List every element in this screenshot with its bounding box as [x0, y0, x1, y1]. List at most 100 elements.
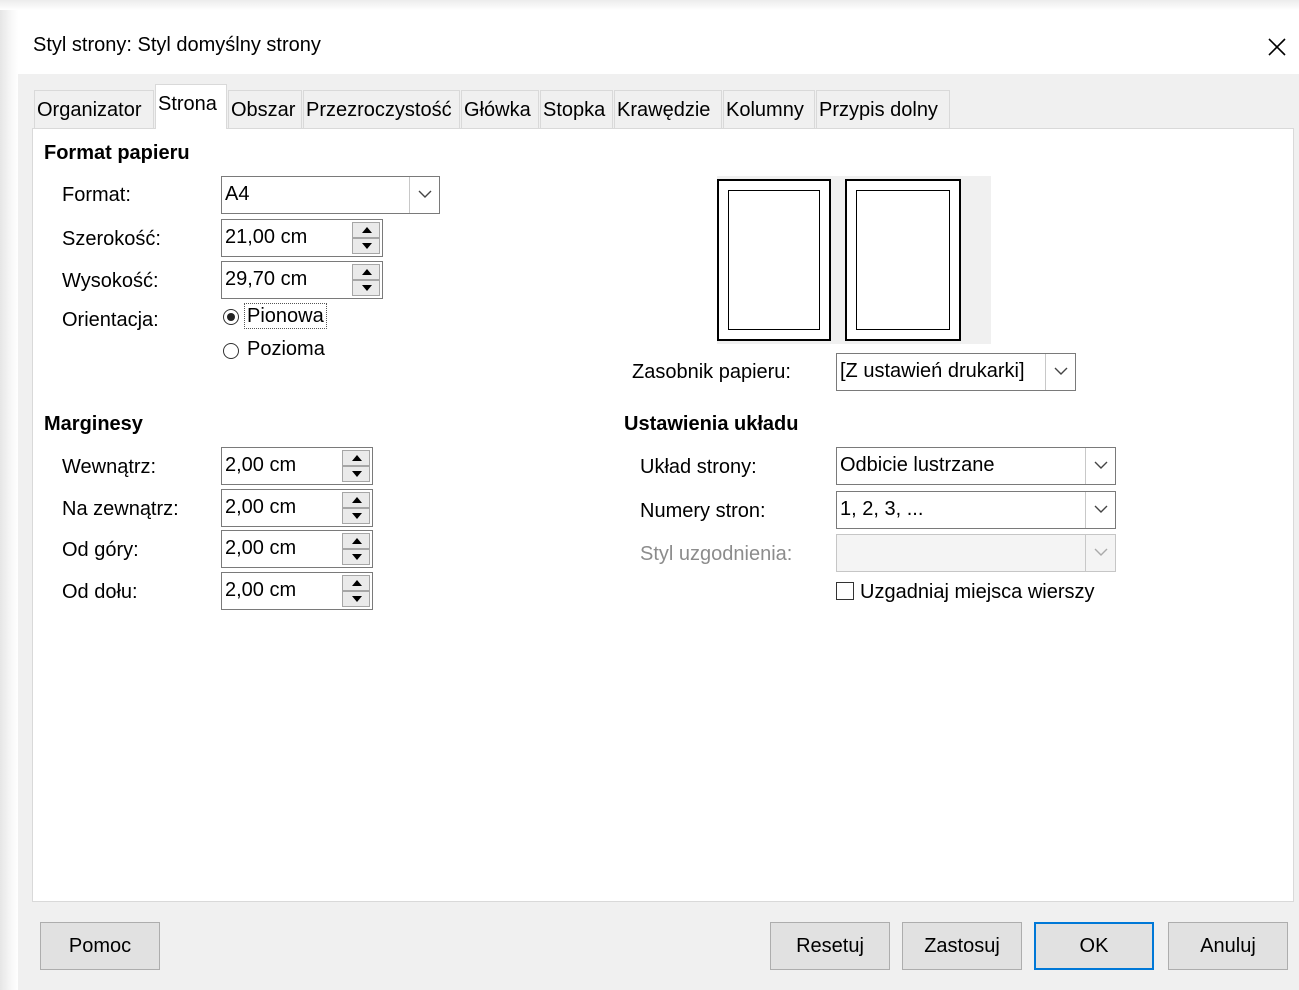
- format-select[interactable]: A4: [221, 176, 440, 214]
- portrait-radio[interactable]: [223, 309, 239, 325]
- height-label: Wysokość:: [62, 270, 159, 292]
- bottom-margin-label: Od dołu:: [62, 581, 138, 603]
- outer-margin-label: Na zewnątrz:: [62, 498, 179, 520]
- tab-obszar[interactable]: Obszar: [228, 90, 302, 128]
- arrow-up-icon: [362, 227, 372, 233]
- layout-settings-heading: Ustawienia układu: [624, 413, 799, 435]
- window-shadow: [0, 0, 18, 990]
- reference-style-select[interactable]: [836, 534, 1116, 572]
- landscape-radio[interactable]: [223, 343, 239, 359]
- help-button[interactable]: Pomoc: [40, 922, 160, 970]
- cancel-button[interactable]: Anuluj: [1168, 922, 1288, 970]
- page-layout-select[interactable]: Odbicie lustrzane: [836, 447, 1116, 485]
- tab-organizator[interactable]: Organizator: [34, 90, 154, 128]
- dialog-title: Styl strony: Styl domyślny strony: [33, 34, 321, 56]
- top-margin-decrement-button[interactable]: [342, 549, 370, 565]
- landscape-label[interactable]: Pozioma: [247, 338, 325, 361]
- paper-tray-select[interactable]: [Z ustawień drukarki]: [836, 353, 1076, 391]
- chevron-down-icon: [418, 190, 432, 198]
- width-value: 21,00 cm: [225, 226, 308, 248]
- tab-strona[interactable]: Strona: [155, 84, 227, 129]
- format-value: A4: [225, 183, 250, 205]
- page-numbers-dropdown-button[interactable]: [1085, 492, 1115, 528]
- page-layout-label: Układ strony:: [640, 456, 757, 478]
- width-spin: [352, 222, 380, 254]
- paper-format-heading: Format papieru: [44, 142, 190, 164]
- arrow-down-icon: [352, 596, 362, 602]
- arrow-up-icon: [352, 455, 362, 461]
- reset-button[interactable]: Resetuj: [770, 922, 890, 970]
- portrait-label[interactable]: Pionowa: [244, 303, 327, 329]
- tab-bar: Organizator Strona Obszar Przezroczystoś…: [18, 74, 1299, 130]
- chevron-down-icon: [1054, 367, 1068, 375]
- page-style-dialog: Styl strony: Styl domyślny strony Organi…: [18, 10, 1299, 990]
- tab-stopka[interactable]: Stopka: [540, 90, 613, 128]
- preview-right-page: [845, 179, 961, 341]
- height-value: 29,70 cm: [225, 268, 308, 290]
- page-numbers-select[interactable]: 1, 2, 3, ...: [836, 491, 1116, 529]
- margins-heading: Marginesy: [44, 413, 143, 435]
- width-label: Szerokość:: [62, 228, 161, 250]
- arrow-up-icon: [362, 269, 372, 275]
- height-decrement-button[interactable]: [352, 280, 380, 296]
- reference-style-dropdown-button[interactable]: [1085, 535, 1115, 571]
- ok-button[interactable]: OK: [1034, 922, 1154, 970]
- top-margin-spin: [342, 533, 370, 565]
- preview-left-page: [717, 179, 831, 341]
- arrow-down-icon: [352, 513, 362, 519]
- chevron-down-icon: [1094, 548, 1108, 556]
- outer-margin-increment-button[interactable]: [342, 492, 370, 508]
- outer-margin-value: 2,00 cm: [225, 496, 297, 518]
- outer-margin-decrement-button[interactable]: [342, 508, 370, 524]
- bottom-margin-decrement-button[interactable]: [342, 591, 370, 607]
- inner-margin-label: Wewnątrz:: [62, 456, 157, 478]
- inner-margin-spinfield[interactable]: 2,00 cm: [221, 447, 373, 485]
- register-true-checkbox[interactable]: [836, 582, 854, 600]
- tab-glowka[interactable]: Główka: [461, 90, 539, 128]
- arrow-up-icon: [352, 538, 362, 544]
- outer-margin-spinfield[interactable]: 2,00 cm: [221, 489, 373, 527]
- paper-tray-label: Zasobnik papieru:: [632, 361, 791, 383]
- top-margin-increment-button[interactable]: [342, 533, 370, 549]
- tab-kolumny[interactable]: Kolumny: [723, 90, 815, 128]
- title-bar: Styl strony: Styl domyślny strony: [18, 10, 1299, 74]
- outer-margin-spin: [342, 492, 370, 524]
- inner-margin-decrement-button[interactable]: [342, 466, 370, 482]
- arrow-up-icon: [352, 497, 362, 503]
- register-true-label[interactable]: Uzgadniaj miejsca wierszy: [860, 581, 1095, 604]
- apply-button[interactable]: Zastosuj: [902, 922, 1022, 970]
- inner-margin-increment-button[interactable]: [342, 450, 370, 466]
- height-increment-button[interactable]: [352, 264, 380, 280]
- window-shadow-top: [0, 0, 1299, 10]
- paper-tray-dropdown-button[interactable]: [1045, 354, 1075, 390]
- tab-przezroczystosc[interactable]: Przezroczystość: [303, 90, 460, 128]
- bottom-margin-spin: [342, 575, 370, 607]
- height-spinfield[interactable]: 29,70 cm: [221, 261, 383, 299]
- page-numbers-value: 1, 2, 3, ...: [840, 498, 924, 520]
- tab-przypis-dolny[interactable]: Przypis dolny: [816, 90, 950, 128]
- top-margin-spinfield[interactable]: 2,00 cm: [221, 530, 373, 568]
- height-spin: [352, 264, 380, 296]
- paper-tray-value: [Z ustawień drukarki]: [840, 360, 1025, 382]
- width-increment-button[interactable]: [352, 222, 380, 238]
- page-numbers-label: Numery stron:: [640, 500, 766, 522]
- width-decrement-button[interactable]: [352, 238, 380, 254]
- chevron-down-icon: [1094, 505, 1108, 513]
- top-margin-value: 2,00 cm: [225, 537, 297, 559]
- top-margin-label: Od góry:: [62, 539, 139, 561]
- tab-krawedzie[interactable]: Krawędzie: [614, 90, 722, 128]
- width-spinfield[interactable]: 21,00 cm: [221, 219, 383, 257]
- bottom-margin-spinfield[interactable]: 2,00 cm: [221, 572, 373, 610]
- inner-margin-value: 2,00 cm: [225, 454, 297, 476]
- page-layout-value: Odbicie lustrzane: [840, 454, 995, 476]
- close-icon[interactable]: [1266, 36, 1288, 58]
- page-layout-dropdown-button[interactable]: [1085, 448, 1115, 484]
- inner-margin-spin: [342, 450, 370, 482]
- page-preview: [717, 176, 991, 344]
- reference-style-label: Styl uzgodnienia:: [640, 543, 793, 565]
- format-dropdown-button[interactable]: [409, 177, 439, 213]
- orientation-label: Orientacja:: [62, 309, 159, 331]
- arrow-up-icon: [352, 580, 362, 586]
- bottom-margin-increment-button[interactable]: [342, 575, 370, 591]
- preview-left-margin: [728, 190, 820, 330]
